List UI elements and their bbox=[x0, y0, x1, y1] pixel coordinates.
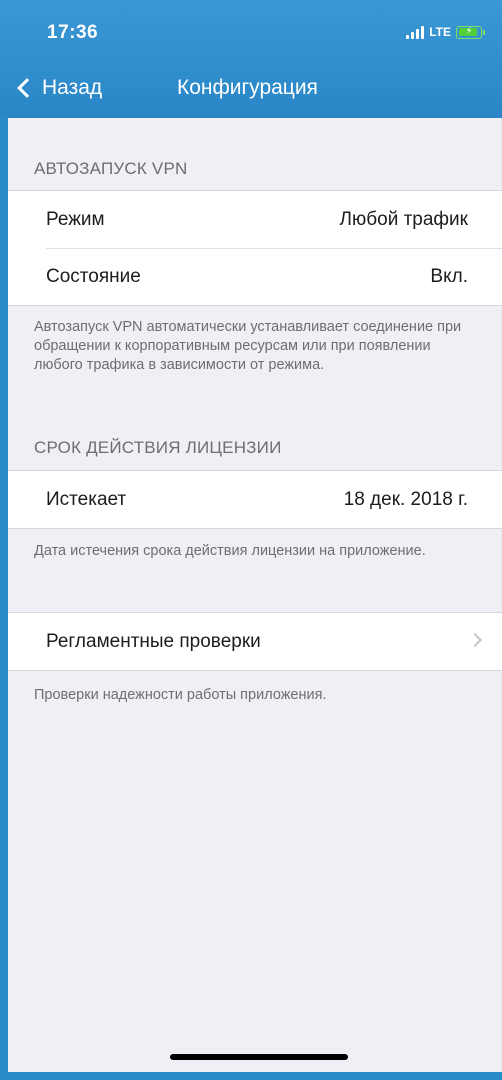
section-header-autostart: АВТОЗАПУСК VPN bbox=[34, 159, 188, 178]
battery-charging-icon: ⚡ bbox=[456, 25, 485, 39]
license-footer: Дата истечения срока действия лицензии н… bbox=[34, 543, 426, 559]
back-button[interactable]: Назад bbox=[14, 72, 102, 104]
section-header-license: СРОК ДЕЙСТВИЯ ЛИЦЕНЗИИ bbox=[34, 438, 282, 457]
row-mode-title: Режим bbox=[46, 208, 105, 230]
back-button-label: Назад bbox=[42, 76, 103, 99]
chevron-left-icon bbox=[17, 78, 37, 98]
signal-bars-icon bbox=[406, 25, 425, 39]
home-indicator[interactable] bbox=[170, 1054, 348, 1060]
status-time: 17:36 bbox=[47, 22, 99, 43]
row-state[interactable]: Состояние Вкл. bbox=[8, 248, 502, 305]
checks-group: Регламентные проверки bbox=[8, 612, 502, 671]
chevron-right-icon bbox=[467, 632, 483, 648]
row-state-title: Состояние bbox=[46, 265, 141, 287]
autostart-footer: Автозапуск VPN автоматически устанавлива… bbox=[34, 319, 462, 373]
status-indicators: LTE ⚡ bbox=[406, 24, 485, 40]
row-expires-value: 18 дек. 2018 г. bbox=[343, 488, 468, 510]
page-title: Конфигурация bbox=[177, 76, 318, 99]
row-state-value: Вкл. bbox=[430, 265, 468, 287]
row-mode[interactable]: Режим Любой трафик bbox=[8, 191, 502, 248]
network-type: LTE bbox=[429, 25, 451, 39]
checks-footer: Проверки надежности работы приложения. bbox=[34, 687, 327, 703]
row-routine-checks-title: Регламентные проверки bbox=[46, 630, 261, 652]
navigation-header: 17:36 LTE ⚡ Назад Конфигурация bbox=[0, 0, 502, 118]
row-expires: Истекает 18 дек. 2018 г. bbox=[8, 471, 502, 528]
row-mode-value: Любой трафик bbox=[339, 208, 468, 230]
row-routine-checks[interactable]: Регламентные проверки bbox=[8, 613, 502, 670]
row-expires-title: Истекает bbox=[46, 488, 127, 510]
license-group: Истекает 18 дек. 2018 г. bbox=[8, 470, 502, 529]
autostart-group: Режим Любой трафик Состояние Вкл. bbox=[8, 190, 502, 306]
